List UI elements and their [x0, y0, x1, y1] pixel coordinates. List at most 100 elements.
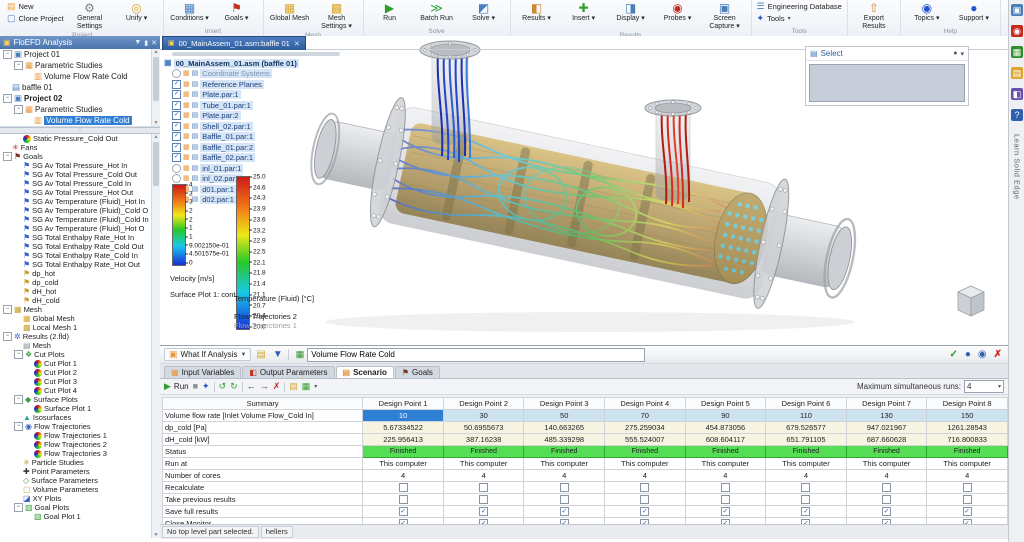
unify-button[interactable]: ◎Unify ▾	[114, 1, 160, 31]
tree-item-goals[interactable]: −⚑Goals	[0, 152, 160, 161]
tree-item-cut-plot-3[interactable]: Cut Plot 3	[0, 377, 160, 386]
tree-item-sg-av-total-pressure-cold-in[interactable]: ⚑SG Av Total Pressure_Cold In	[0, 179, 160, 188]
help-icon[interactable]: ◉	[976, 349, 989, 360]
pathfinder-rail-icon[interactable]: ▦	[1011, 46, 1023, 58]
mesh-settings-button[interactable]: ▩Mesh Settings ▾	[314, 1, 360, 31]
tree-item-surface-plots[interactable]: −◆Surface Plots	[0, 395, 160, 404]
delete-point-icon[interactable]: ✗	[273, 382, 281, 391]
topics-button[interactable]: ◉Topics ▾	[904, 1, 950, 27]
cell-design-point-3[interactable]: ✓	[524, 506, 605, 518]
feature-tree-grip[interactable]	[172, 52, 340, 56]
study-name-input[interactable]	[307, 348, 645, 362]
refresh-icon[interactable]: ↺	[219, 382, 227, 391]
tree-item-goal-plot-1[interactable]: ▧Goal Plot 1	[0, 512, 160, 521]
add-point-icon[interactable]: ↻	[230, 382, 238, 391]
unchecked-checkbox[interactable]	[560, 483, 569, 492]
unchecked-checkbox[interactable]	[172, 164, 181, 173]
cell-design-point-3[interactable]	[524, 482, 605, 494]
expand-icon[interactable]: −	[3, 332, 12, 341]
feature-item-d01-par-1[interactable]: ▦▤d01.par:1	[164, 184, 324, 195]
run-button[interactable]: ▶Run	[367, 1, 413, 27]
unchecked-checkbox[interactable]	[882, 495, 891, 504]
tree-item-local-mesh-1[interactable]: ▩Local Mesh 1	[0, 323, 160, 332]
expand-icon[interactable]: −	[3, 305, 12, 314]
feature-item-tube-01-par-1[interactable]: ✓▦▤Tube_01.par:1	[164, 100, 324, 111]
solver-monitor-icon[interactable]: ✦	[202, 382, 210, 391]
support-button[interactable]: ●Support ▾	[951, 1, 997, 27]
unchecked-checkbox[interactable]	[882, 483, 891, 492]
tree-item-parametric-studies[interactable]: −▦Parametric Studies	[0, 104, 160, 115]
cell-design-point-4[interactable]	[605, 482, 686, 494]
run-button[interactable]: ▶Run	[164, 382, 189, 391]
cell-design-point-2[interactable]	[443, 482, 524, 494]
unchecked-checkbox[interactable]	[172, 69, 181, 78]
max-runs-dropdown[interactable]: 4▾	[964, 380, 1004, 393]
tree-item-project-02[interactable]: −▣Project 02	[0, 93, 160, 104]
cell-design-point-4[interactable]: ✓	[605, 506, 686, 518]
tree-item-volume-flow-rate-cold[interactable]: ▥Volume Flow Rate Cold	[0, 115, 160, 126]
expand-icon[interactable]: −	[3, 94, 12, 103]
tree-item-sg-total-enthalpy-rate-hot-out[interactable]: ⚑SG Total Enthalpy Rate_Hot Out	[0, 260, 160, 269]
cell-design-point-8[interactable]: 150	[927, 410, 1008, 422]
cell-design-point-8[interactable]	[927, 494, 1008, 506]
unchecked-checkbox[interactable]	[963, 495, 972, 504]
unchecked-checkbox[interactable]	[399, 495, 408, 504]
general-settings-button[interactable]: ⚙General Settings	[67, 1, 113, 31]
tree-item-cut-plot-4[interactable]: Cut Plot 4	[0, 386, 160, 395]
tree-item-dh-cold[interactable]: ⚑dH_cold	[0, 296, 160, 305]
stop-icon[interactable]: ■	[193, 382, 198, 391]
tree-item-flow-trajectories-1[interactable]: Flow Trajectories 1	[0, 431, 160, 440]
tree-item-surface-plot-1[interactable]: Surface Plot 1	[0, 404, 160, 413]
cell-design-point-2[interactable]: 30	[443, 410, 524, 422]
cell-design-point-5[interactable]: 90	[685, 410, 766, 422]
checked-checkbox[interactable]: ✓	[801, 507, 810, 516]
engineering-database-button[interactable]: ☰Engineering Database	[755, 1, 844, 12]
unchecked-checkbox[interactable]	[172, 174, 181, 183]
cell-design-point-2[interactable]	[443, 494, 524, 506]
tree-item-sg-total-enthalpy-rate-cold-in[interactable]: ⚑SG Total Enthalpy Rate_Cold In	[0, 251, 160, 260]
create-project-icon[interactable]: ▤	[289, 382, 298, 391]
tree-scrollbar[interactable]: ▲▼	[151, 134, 160, 538]
unchecked-checkbox[interactable]	[721, 495, 730, 504]
tree-item-cut-plot-1[interactable]: Cut Plot 1	[0, 359, 160, 368]
checked-checkbox[interactable]: ✓	[172, 80, 181, 89]
expand-icon[interactable]: −	[14, 350, 23, 359]
select-list[interactable]	[809, 64, 965, 102]
whatif-analysis-dropdown[interactable]: ▣ What If Analysis▼	[164, 348, 251, 361]
tree-item-fans[interactable]: ✳Fans	[0, 143, 160, 152]
checked-checkbox[interactable]: ✓	[172, 101, 181, 110]
tree-item-sg-total-enthalpy-rate-hot-in[interactable]: ⚑SG Total Enthalpy Rate_Hot In	[0, 233, 160, 242]
expand-icon[interactable]: −	[3, 152, 12, 161]
feature-item-baffle-01-par-2[interactable]: ✓▦▤Baffle_01.par:2	[164, 142, 324, 153]
info-icon[interactable]: ●	[963, 349, 973, 360]
tree-item-flow-trajectories-3[interactable]: Flow Trajectories 3	[0, 449, 160, 458]
goals-button[interactable]: ⚑Goals ▾	[214, 1, 260, 27]
unchecked-checkbox[interactable]	[172, 195, 181, 204]
tree-item-dh-hot[interactable]: ⚑dH_hot	[0, 287, 160, 296]
batch-run-button[interactable]: ≫Batch Run	[414, 1, 460, 27]
checked-checkbox[interactable]: ✓	[479, 507, 488, 516]
tree-item-baffle-01[interactable]: ▤baffle 01	[0, 82, 160, 93]
tree-item-surface-parameters[interactable]: ◇Surface Parameters	[0, 476, 160, 485]
select-pin-icon[interactable]: ▾	[960, 50, 964, 58]
unchecked-checkbox[interactable]	[399, 483, 408, 492]
tree-item-xy-plots[interactable]: ◪XY Plots	[0, 494, 160, 503]
unchecked-checkbox[interactable]	[640, 483, 649, 492]
feature-item-baffle-02-par-1[interactable]: ✓▦▤Baffle_02.par:1	[164, 153, 324, 164]
tab-output-parameters[interactable]: ◧Output Parameters	[242, 366, 334, 378]
cell-design-point-6[interactable]: 110	[766, 410, 847, 422]
tree-item-project-01[interactable]: −▣Project 01	[0, 49, 160, 60]
cell-design-point-7[interactable]	[846, 482, 927, 494]
move-right-icon[interactable]: →	[260, 382, 269, 391]
checked-checkbox[interactable]: ✓	[882, 507, 891, 516]
close-panel-icon[interactable]: ✕	[151, 39, 157, 47]
tree-item-cut-plot-2[interactable]: Cut Plot 2	[0, 368, 160, 377]
feature-item-plate-par-2[interactable]: ✓▦▤Plate.par:2	[164, 111, 324, 122]
global-mesh-button[interactable]: ▦Global Mesh	[267, 1, 313, 31]
unchecked-checkbox[interactable]	[963, 483, 972, 492]
expand-icon[interactable]: −	[3, 50, 12, 59]
solve-button[interactable]: ◩Solve ▾	[461, 1, 507, 27]
checked-checkbox[interactable]: ✓	[172, 111, 181, 120]
feature-tree-root[interactable]: ▣00_MainAssem_01.asm (baffle 01)	[164, 58, 324, 69]
tree-item-point-parameters[interactable]: ✚Point Parameters	[0, 467, 160, 476]
